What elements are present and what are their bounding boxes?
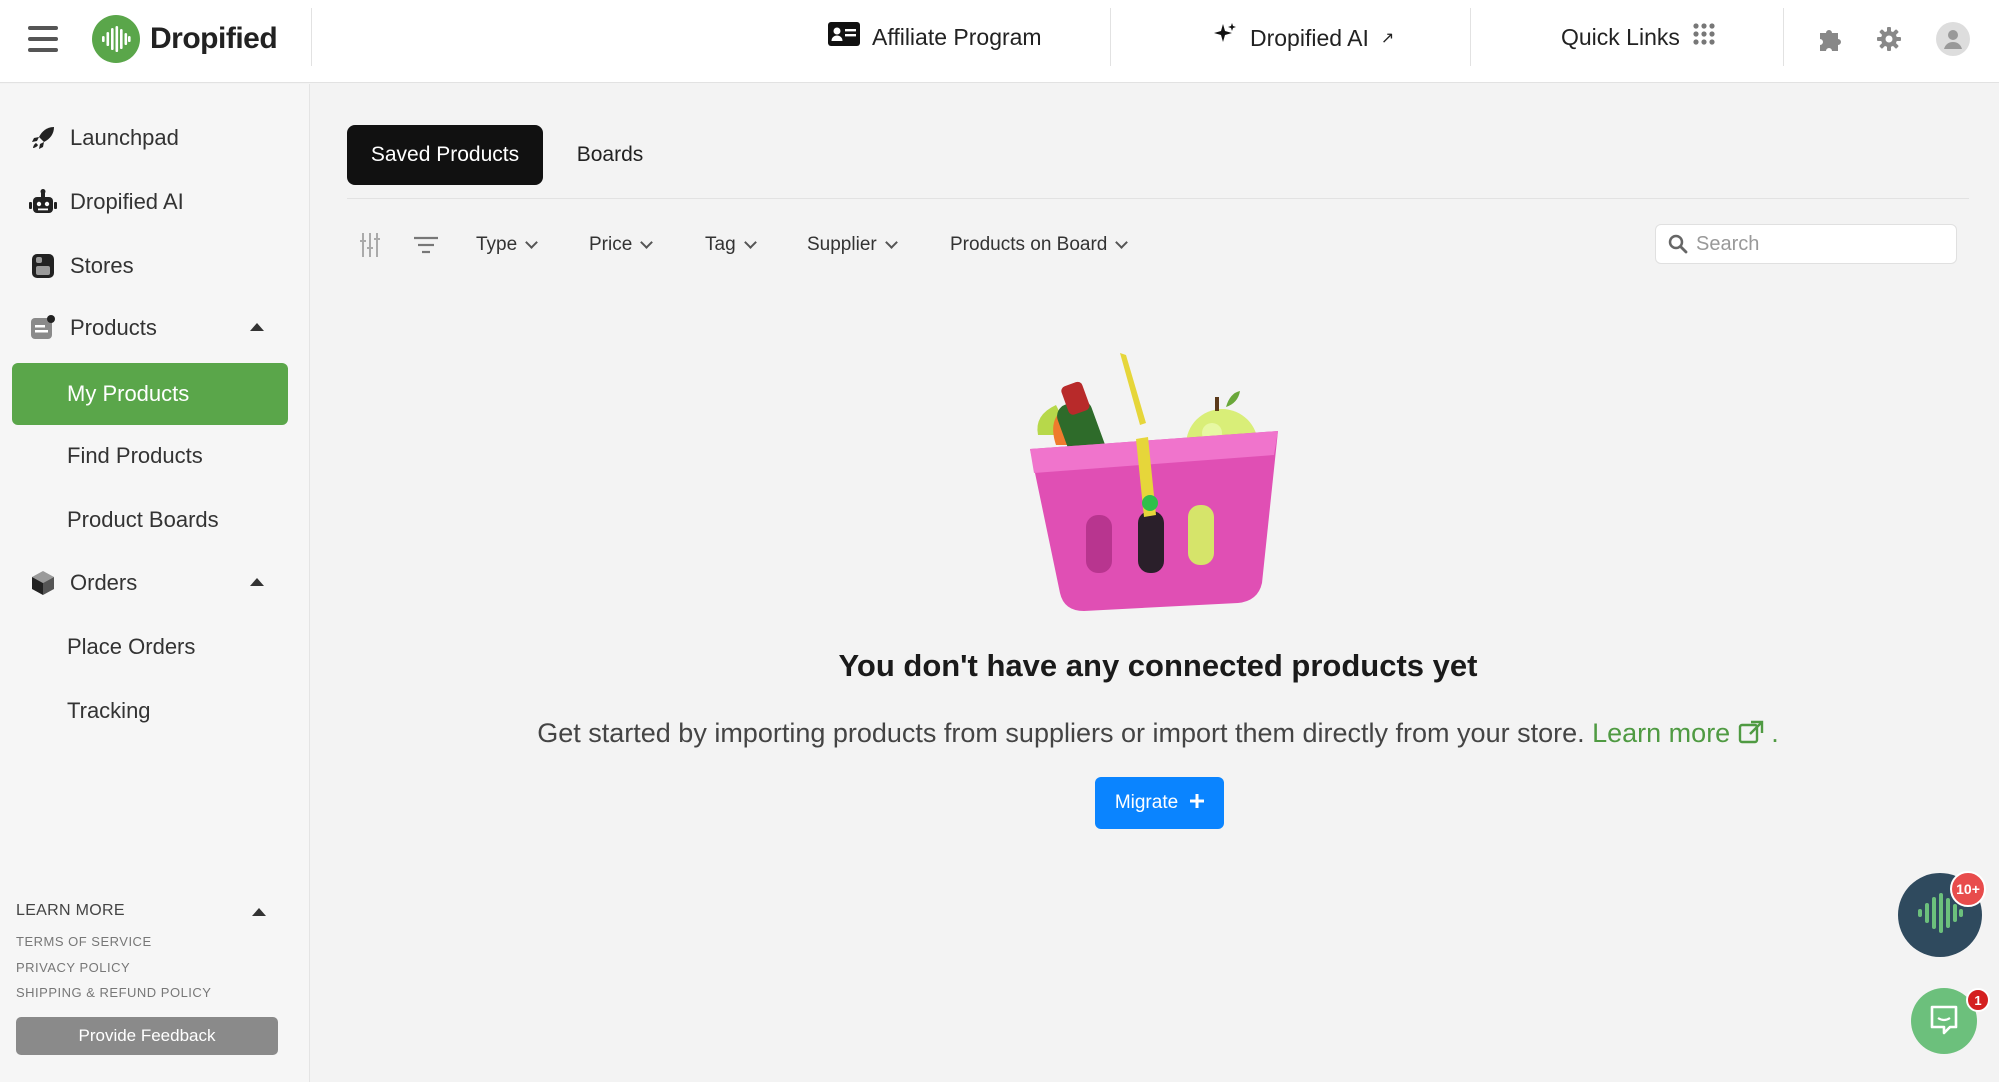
top-bar: Dropified Affiliate Program Dropified AI…	[0, 0, 1999, 83]
user-avatar-icon[interactable]	[1936, 22, 1970, 56]
sidebar-item-orders[interactable]: Orders	[12, 554, 288, 612]
quick-links-label: Quick Links	[1561, 23, 1680, 50]
sidebar-item-products[interactable]: Products	[12, 299, 288, 357]
filter-list-icon[interactable]	[410, 230, 442, 260]
tab-saved-products[interactable]: Saved Products	[347, 125, 543, 185]
topbar-divider	[311, 8, 312, 66]
filter-price-dropdown[interactable]: Price	[589, 230, 654, 260]
chat-bubble-icon	[1928, 1003, 1960, 1040]
empty-state-title: You don't have any connected products ye…	[838, 648, 1478, 683]
learn-more-label: Learn more	[1592, 718, 1731, 748]
filter-label: Products on Board	[950, 234, 1108, 255]
sidebar-item-my-products[interactable]: My Products	[12, 363, 288, 425]
external-link-icon	[1738, 718, 1772, 748]
sidebar-item-tracking[interactable]: Tracking	[12, 682, 288, 740]
plus-icon	[1190, 792, 1205, 814]
sidebar-item-label: My Products	[67, 381, 190, 406]
privacy-policy-link[interactable]: PRIVACY POLICY	[16, 960, 130, 975]
sidebar-item-stores[interactable]: Stores	[12, 237, 288, 295]
notification-count-badge: 10+	[1950, 871, 1986, 907]
grid-icon	[1692, 22, 1716, 52]
products-icon	[28, 313, 58, 343]
search-field[interactable]	[1655, 224, 1957, 264]
empty-state-text: Get started by importing products from s…	[537, 718, 1585, 748]
learn-more-heading: LEARN MORE	[16, 902, 125, 919]
column-settings-icon[interactable]	[354, 230, 386, 260]
learn-more-link[interactable]: Learn more .	[1592, 718, 1779, 748]
tab-boards[interactable]: Boards	[558, 125, 662, 185]
filter-label: Price	[589, 234, 633, 255]
menu-icon[interactable]	[28, 26, 58, 52]
provide-feedback-button[interactable]: Provide Feedback	[16, 1017, 278, 1055]
external-arrow-icon: ↗	[1380, 30, 1395, 47]
sidebar-item-label: Dropified AI	[70, 189, 184, 214]
box-icon	[28, 568, 58, 598]
topbar-divider	[1470, 8, 1471, 66]
search-input[interactable]	[1696, 232, 1936, 256]
chevron-down-icon	[640, 236, 654, 249]
id-card-icon	[828, 22, 860, 52]
sidebar-item-label: Product Boards	[67, 507, 219, 532]
sidebar-item-label: Launchpad	[70, 125, 179, 150]
dropified-ai-label: Dropified AI	[1250, 24, 1369, 51]
filter-tag-dropdown[interactable]: Tag	[705, 230, 757, 260]
tab-divider	[347, 198, 1969, 199]
sidebar-item-label: Orders	[70, 570, 138, 595]
chevron-down-icon	[1115, 236, 1129, 249]
trailing-period: .	[1771, 718, 1779, 748]
sidebar-item-place-orders[interactable]: Place Orders	[12, 618, 288, 676]
robot-icon	[28, 187, 58, 217]
filter-products-on-board-dropdown[interactable]: Products on Board	[950, 230, 1129, 260]
rocket-icon	[28, 123, 58, 153]
filter-type-dropdown[interactable]: Type	[476, 230, 539, 260]
sidebar-item-label: Products	[70, 315, 157, 340]
affiliate-program-link[interactable]: Affiliate Program	[828, 22, 1042, 52]
quick-links-button[interactable]: Quick Links	[1561, 22, 1716, 52]
store-icon	[28, 251, 58, 281]
collapse-caret-icon[interactable]	[250, 323, 264, 331]
brand-logo[interactable]: Dropified	[92, 15, 278, 63]
sidebar-item-dropified-ai[interactable]: Dropified AI	[12, 173, 288, 231]
filter-label: Type	[476, 234, 518, 255]
topbar-divider	[1110, 8, 1111, 66]
sidebar-item-product-boards[interactable]: Product Boards	[12, 491, 288, 549]
sparkle-icon	[1212, 22, 1238, 54]
puzzle-icon[interactable]	[1813, 22, 1847, 56]
chevron-down-icon	[884, 236, 898, 249]
search-icon	[1668, 234, 1688, 254]
collapse-caret-icon[interactable]	[250, 578, 264, 586]
topbar-divider	[1783, 8, 1784, 66]
sidebar-item-label: Place Orders	[67, 634, 196, 659]
migrate-button[interactable]: Migrate	[1095, 777, 1224, 829]
affiliate-program-label: Affiliate Program	[872, 23, 1042, 50]
sidebar-item-label: Find Products	[67, 443, 203, 468]
shipping-refund-policy-link[interactable]: SHIPPING & REFUND POLICY	[16, 985, 211, 1000]
brand-name: Dropified	[150, 22, 278, 55]
dropified-logo-icon	[92, 15, 140, 63]
sidebar-item-find-products[interactable]: Find Products	[12, 427, 288, 485]
sidebar-item-launchpad[interactable]: Launchpad	[12, 109, 288, 167]
sidebar-item-label: Stores	[70, 253, 134, 278]
terms-of-service-link[interactable]: TERMS OF SERVICE	[16, 934, 152, 949]
sidebar: Launchpad Dropified AI Stores Products M…	[0, 84, 310, 1082]
sidebar-item-label: Tracking	[67, 698, 151, 723]
gear-icon[interactable]	[1872, 22, 1906, 56]
dropified-ai-link[interactable]: Dropified AI ↗	[1212, 22, 1394, 54]
filter-label: Tag	[705, 234, 736, 255]
migrate-label: Migrate	[1114, 792, 1179, 813]
shopping-basket-illustration	[1016, 345, 1292, 615]
empty-state-description: Get started by importing products from s…	[347, 718, 1969, 749]
chevron-down-icon	[743, 236, 757, 249]
filter-supplier-dropdown[interactable]: Supplier	[807, 230, 898, 260]
learn-more-collapse-icon[interactable]	[252, 908, 266, 916]
chevron-down-icon	[525, 236, 539, 249]
chat-unread-badge: 1	[1966, 988, 1990, 1012]
filter-label: Supplier	[807, 234, 877, 255]
